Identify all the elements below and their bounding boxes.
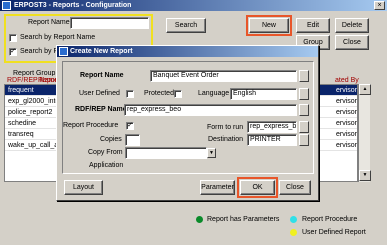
dialog-close-button[interactable]: Close [279, 180, 311, 195]
legend-user-defined-report: User Defined Report [302, 229, 366, 236]
user-defined-label: User Defined [79, 90, 120, 97]
grid-scrollbar[interactable]: ▲ ▼ [358, 84, 371, 182]
dialog-report-name-input[interactable]: Banquet Event Order [150, 70, 297, 82]
copies-label: Copies [100, 136, 122, 143]
layout-button[interactable]: Layout [64, 180, 103, 195]
scroll-up-icon[interactable]: ▲ [359, 84, 371, 95]
form-to-run-lookup-button[interactable] [299, 121, 309, 133]
app-icon [2, 1, 11, 10]
search-by-report-name-label: Search by Report Name [20, 34, 96, 41]
row-created-by: ervisor [336, 109, 358, 116]
procedure-legend-icon [290, 216, 297, 223]
rdf-rep-name-lookup-button[interactable] [299, 104, 309, 116]
row-created-by: ervisor [336, 98, 358, 105]
protected-checkbox[interactable] [174, 90, 182, 98]
dialog-report-name-label: Report Name [80, 72, 124, 79]
user-defined-legend-icon [290, 229, 297, 236]
ok-button[interactable]: OK [237, 177, 278, 198]
row-rdf-name: schedine [8, 120, 37, 127]
row-created-by: ervisor [336, 120, 358, 127]
user-defined-checkbox[interactable] [126, 90, 134, 98]
application-label: Application [89, 162, 124, 169]
window-title-bar: ERPOST3 - Reports - Configuration [0, 0, 387, 11]
language-lookup-button[interactable] [299, 88, 309, 100]
edit-button[interactable]: Edit [296, 18, 330, 33]
row-rdf-name: transreq [8, 131, 34, 138]
destination-input[interactable]: PRINTER [247, 134, 297, 146]
row-rdf-name: exp_gl2000_integ [8, 98, 64, 105]
rdf-rep-name-label: RDF/REP Name [75, 106, 127, 113]
report-procedure-label: Report Procedure [63, 122, 119, 129]
legend-report-procedure: Report Procedure [302, 216, 358, 223]
language-input[interactable]: English [230, 88, 297, 100]
form-to-run-input[interactable]: rep_express_beo [247, 121, 297, 133]
copy-from-select[interactable] [125, 147, 207, 159]
column-header-created-by[interactable]: ated By [335, 77, 359, 84]
parameters-legend-icon [196, 216, 203, 223]
dialog-title-bar: Create New Report [57, 46, 318, 57]
report-procedure-checkbox[interactable]: ✓ [126, 122, 134, 130]
dialog-title: Create New Report [70, 48, 133, 55]
row-rdf-name: frequent [8, 87, 34, 94]
new-button[interactable]: New [246, 15, 292, 36]
copy-from-label: Copy From [88, 149, 123, 156]
form-to-run-label: Form to run [207, 124, 244, 131]
close-window-icon[interactable]: × [374, 1, 385, 10]
search-button[interactable]: Search [166, 18, 206, 33]
search-by-report-name-checkbox[interactable] [9, 34, 17, 42]
report-name-search-input[interactable] [70, 17, 149, 29]
legend-report-has-parameters: Report has Parameters [207, 216, 280, 223]
report-name-lookup-button[interactable] [299, 70, 309, 82]
copies-input[interactable] [125, 134, 140, 146]
create-new-report-dialog: Create New Report Report Name Banquet Ev… [56, 45, 319, 201]
destination-lookup-button[interactable] [299, 134, 309, 146]
language-label: Language [198, 90, 230, 97]
row-created-by: ervisor [336, 142, 358, 149]
close-button[interactable]: Close [335, 35, 369, 50]
window-title: ERPOST3 - Reports - Configuration [14, 2, 132, 9]
row-rdf-name: police_report2 [8, 109, 53, 116]
delete-button[interactable]: Delete [335, 18, 369, 33]
search-by-rdf-checkbox[interactable]: ✓ [9, 48, 17, 56]
rdf-rep-name-input[interactable]: rep_express_beo [124, 104, 297, 116]
parameter-button[interactable]: Parameter [200, 180, 235, 195]
dialog-icon [59, 47, 68, 56]
destination-label: Destination [208, 136, 244, 143]
protected-label: Protected [144, 90, 174, 97]
row-created-by: ervisor [336, 87, 358, 94]
scroll-down-icon[interactable]: ▼ [359, 170, 371, 181]
copy-from-chevron-down-icon[interactable]: ▼ [207, 148, 216, 158]
report-name-label: Report Name [28, 19, 70, 26]
row-created-by: ervisor [336, 131, 358, 138]
